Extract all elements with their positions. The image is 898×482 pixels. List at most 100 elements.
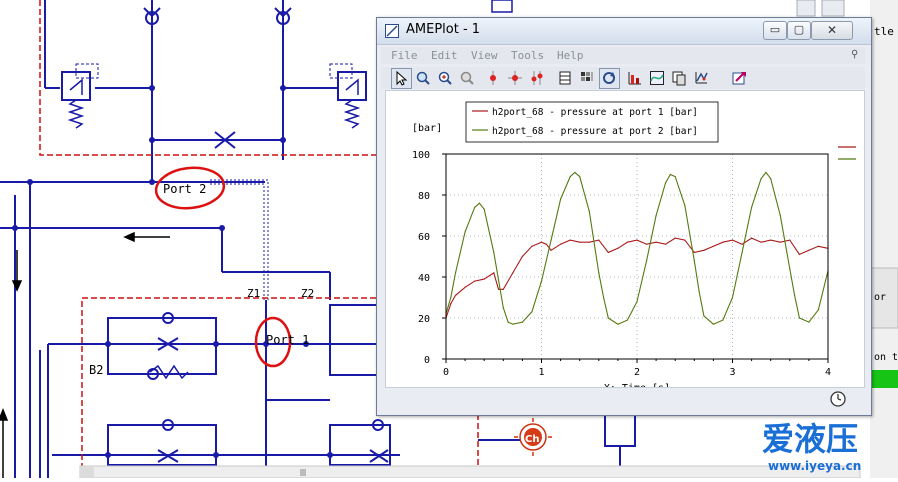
- menu-help[interactable]: Help: [557, 49, 584, 62]
- series-point-port-1: [808, 249, 810, 251]
- series-point-port-1: [779, 241, 781, 243]
- y-tick-label: 40: [418, 273, 430, 284]
- clock-icon[interactable]: [829, 390, 847, 408]
- series-point-port-2: [798, 317, 800, 319]
- series-point-port-1: [474, 280, 476, 282]
- series-point-port-2: [493, 251, 495, 253]
- series-point-port-2: [602, 296, 605, 299]
- series-point-port-2: [655, 214, 657, 217]
- menu-bar: File Edit View Tools Help ⚲: [381, 47, 865, 64]
- series-point-port-1: [540, 241, 543, 243]
- grid-icon[interactable]: [577, 68, 598, 89]
- export-icon[interactable]: [729, 68, 750, 89]
- series-point-port-1: [817, 245, 820, 247]
- z2-label: Z2: [301, 287, 314, 300]
- series-point-port-2: [760, 178, 762, 180]
- series-point-port-2: [779, 214, 781, 217]
- menu-tools[interactable]: Tools: [511, 49, 544, 62]
- series-point-port-1: [493, 272, 495, 274]
- series-point-port-2: [765, 171, 767, 174]
- pointer-icon[interactable]: [391, 68, 412, 89]
- crosshair-icon[interactable]: [505, 68, 526, 89]
- series-point-port-2: [574, 171, 576, 174]
- plot-area[interactable]: 01234020406080100[bar]X: Time [s] h2port…: [385, 90, 865, 394]
- plot-3d-icon[interactable]: [691, 68, 712, 89]
- series-point-port-2: [817, 309, 820, 311]
- menu-edit[interactable]: Edit: [431, 49, 458, 62]
- series-point-port-1: [521, 255, 523, 258]
- z1-label: Z1: [247, 287, 260, 300]
- series-point-port-2: [507, 321, 509, 323]
- close-button[interactable]: ✕: [811, 21, 853, 40]
- zoom-icon[interactable]: [413, 68, 434, 89]
- series-point-port-2: [645, 260, 648, 262]
- series-point-port-1: [464, 286, 466, 288]
- series-point-port-1: [751, 237, 753, 239]
- series-point-port-1: [674, 237, 676, 239]
- window-title: AMEPlot - 1: [406, 22, 481, 37]
- minimize-button[interactable]: ▭: [763, 21, 787, 40]
- zoom-fit-icon[interactable]: [435, 68, 456, 89]
- series-point-port-2: [698, 290, 700, 292]
- series-point-port-2: [703, 315, 705, 317]
- pin-icon[interactable]: ⚲: [851, 49, 858, 60]
- table-icon[interactable]: [555, 68, 576, 89]
- series-point-port-2: [793, 294, 796, 297]
- x-tick-label: 2: [634, 367, 640, 378]
- series-point-port-1: [454, 294, 457, 297]
- series-point-port-1: [579, 241, 581, 243]
- multi-marker-icon[interactable]: [527, 68, 548, 89]
- series-point-port-2: [770, 178, 772, 180]
- x-tick-label: 4: [825, 367, 831, 378]
- window-titlebar[interactable]: AMEPlot - 1 ▭ ▢ ✕: [377, 18, 871, 45]
- background-window-fragment: tle: [874, 25, 894, 38]
- series-point-port-2: [741, 251, 743, 253]
- refresh-icon[interactable]: [599, 68, 620, 89]
- series-point-port-2: [579, 175, 581, 178]
- series-point-port-2: [531, 311, 533, 313]
- series-point-port-1: [626, 241, 629, 243]
- bar-chart-icon[interactable]: [625, 68, 646, 89]
- series-point-port-2: [550, 239, 552, 241]
- maximize-button[interactable]: ▢: [787, 21, 811, 40]
- toolbar: [381, 67, 865, 89]
- copy-icon[interactable]: [669, 68, 690, 89]
- y-tick-label: 0: [424, 355, 430, 366]
- menu-view[interactable]: View: [471, 49, 498, 62]
- y-tick-label: 20: [418, 314, 430, 325]
- series-point-port-1: [712, 245, 714, 247]
- series-point-port-1: [665, 243, 667, 245]
- port1-label: Port 1: [266, 333, 309, 347]
- series-point-port-2: [693, 260, 695, 262]
- series-point-port-2: [626, 319, 629, 321]
- series-point-port-1: [770, 239, 772, 241]
- marker-icon[interactable]: [483, 68, 504, 89]
- series-point-port-2: [669, 173, 672, 176]
- series-point-port-2: [607, 317, 609, 319]
- ameplot-app-icon: [385, 24, 399, 38]
- b2-label: B2: [89, 363, 103, 377]
- series-point-port-2: [454, 272, 457, 274]
- series-point-port-1: [703, 249, 705, 251]
- series-point-port-2: [464, 231, 466, 233]
- curve-icon[interactable]: [647, 68, 668, 89]
- legend-entry: h2port_68 - pressure at port 1 [bar]: [492, 107, 698, 118]
- series-point-port-1: [617, 247, 619, 249]
- y-tick-label: 80: [418, 191, 430, 202]
- series-point-port-2: [450, 296, 452, 299]
- pan-icon[interactable]: [457, 68, 478, 89]
- menu-file[interactable]: File: [391, 49, 418, 62]
- pressure-chart[interactable]: 01234020406080100[bar]X: Time [s] h2port…: [386, 91, 864, 394]
- series-point-port-2: [674, 175, 676, 178]
- series-point-port-1: [798, 253, 800, 256]
- series-point-port-1: [655, 241, 657, 243]
- series-point-port-1: [497, 288, 500, 290]
- ameplot-window[interactable]: AMEPlot - 1 ▭ ▢ ✕ File Edit View Tools H…: [376, 17, 872, 416]
- y-tick-label: 100: [412, 150, 430, 161]
- series-point-port-1: [760, 241, 762, 243]
- series-point-port-1: [645, 243, 648, 245]
- series-point-port-1: [636, 239, 638, 241]
- series-point-port-1: [684, 239, 686, 241]
- port2-label: Port 2: [163, 182, 206, 196]
- series-point-port-2: [560, 198, 562, 200]
